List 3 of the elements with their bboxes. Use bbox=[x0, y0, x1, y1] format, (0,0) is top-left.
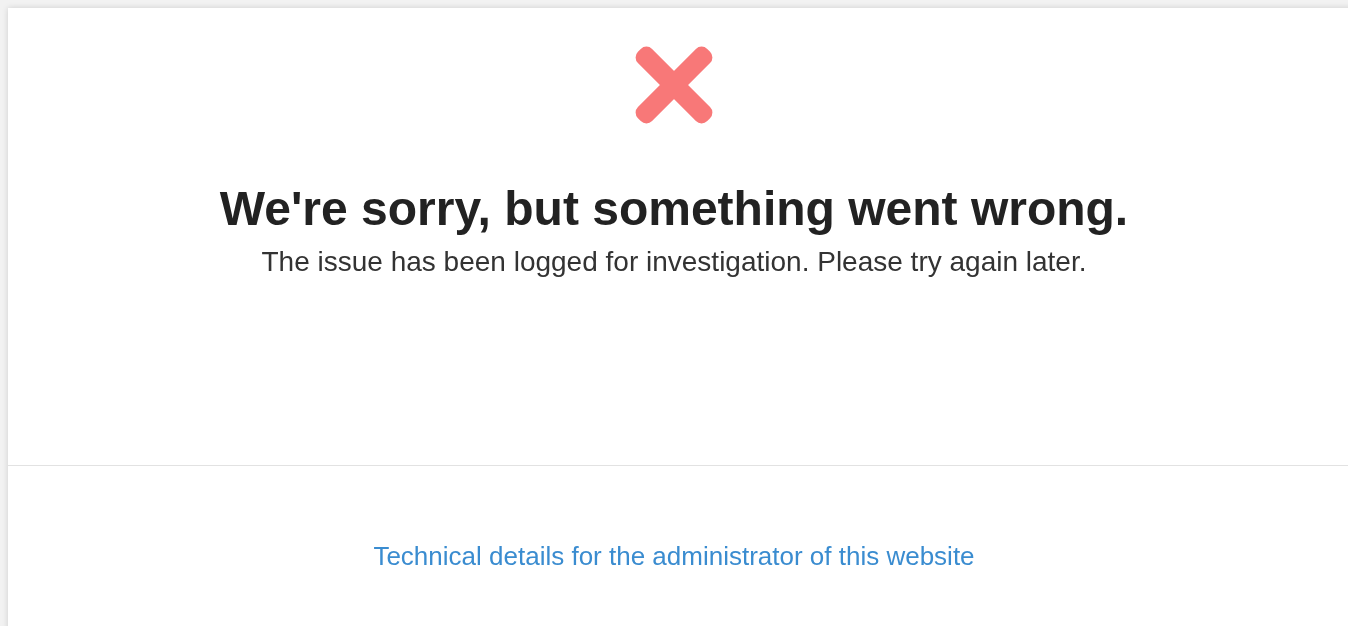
error-title: We're sorry, but something went wrong. bbox=[219, 181, 1129, 237]
error-message: The issue has been logged for investigation. Please try again later. bbox=[261, 245, 1087, 279]
technical-details-link[interactable]: Technical details for the administrator of this website bbox=[373, 540, 975, 572]
